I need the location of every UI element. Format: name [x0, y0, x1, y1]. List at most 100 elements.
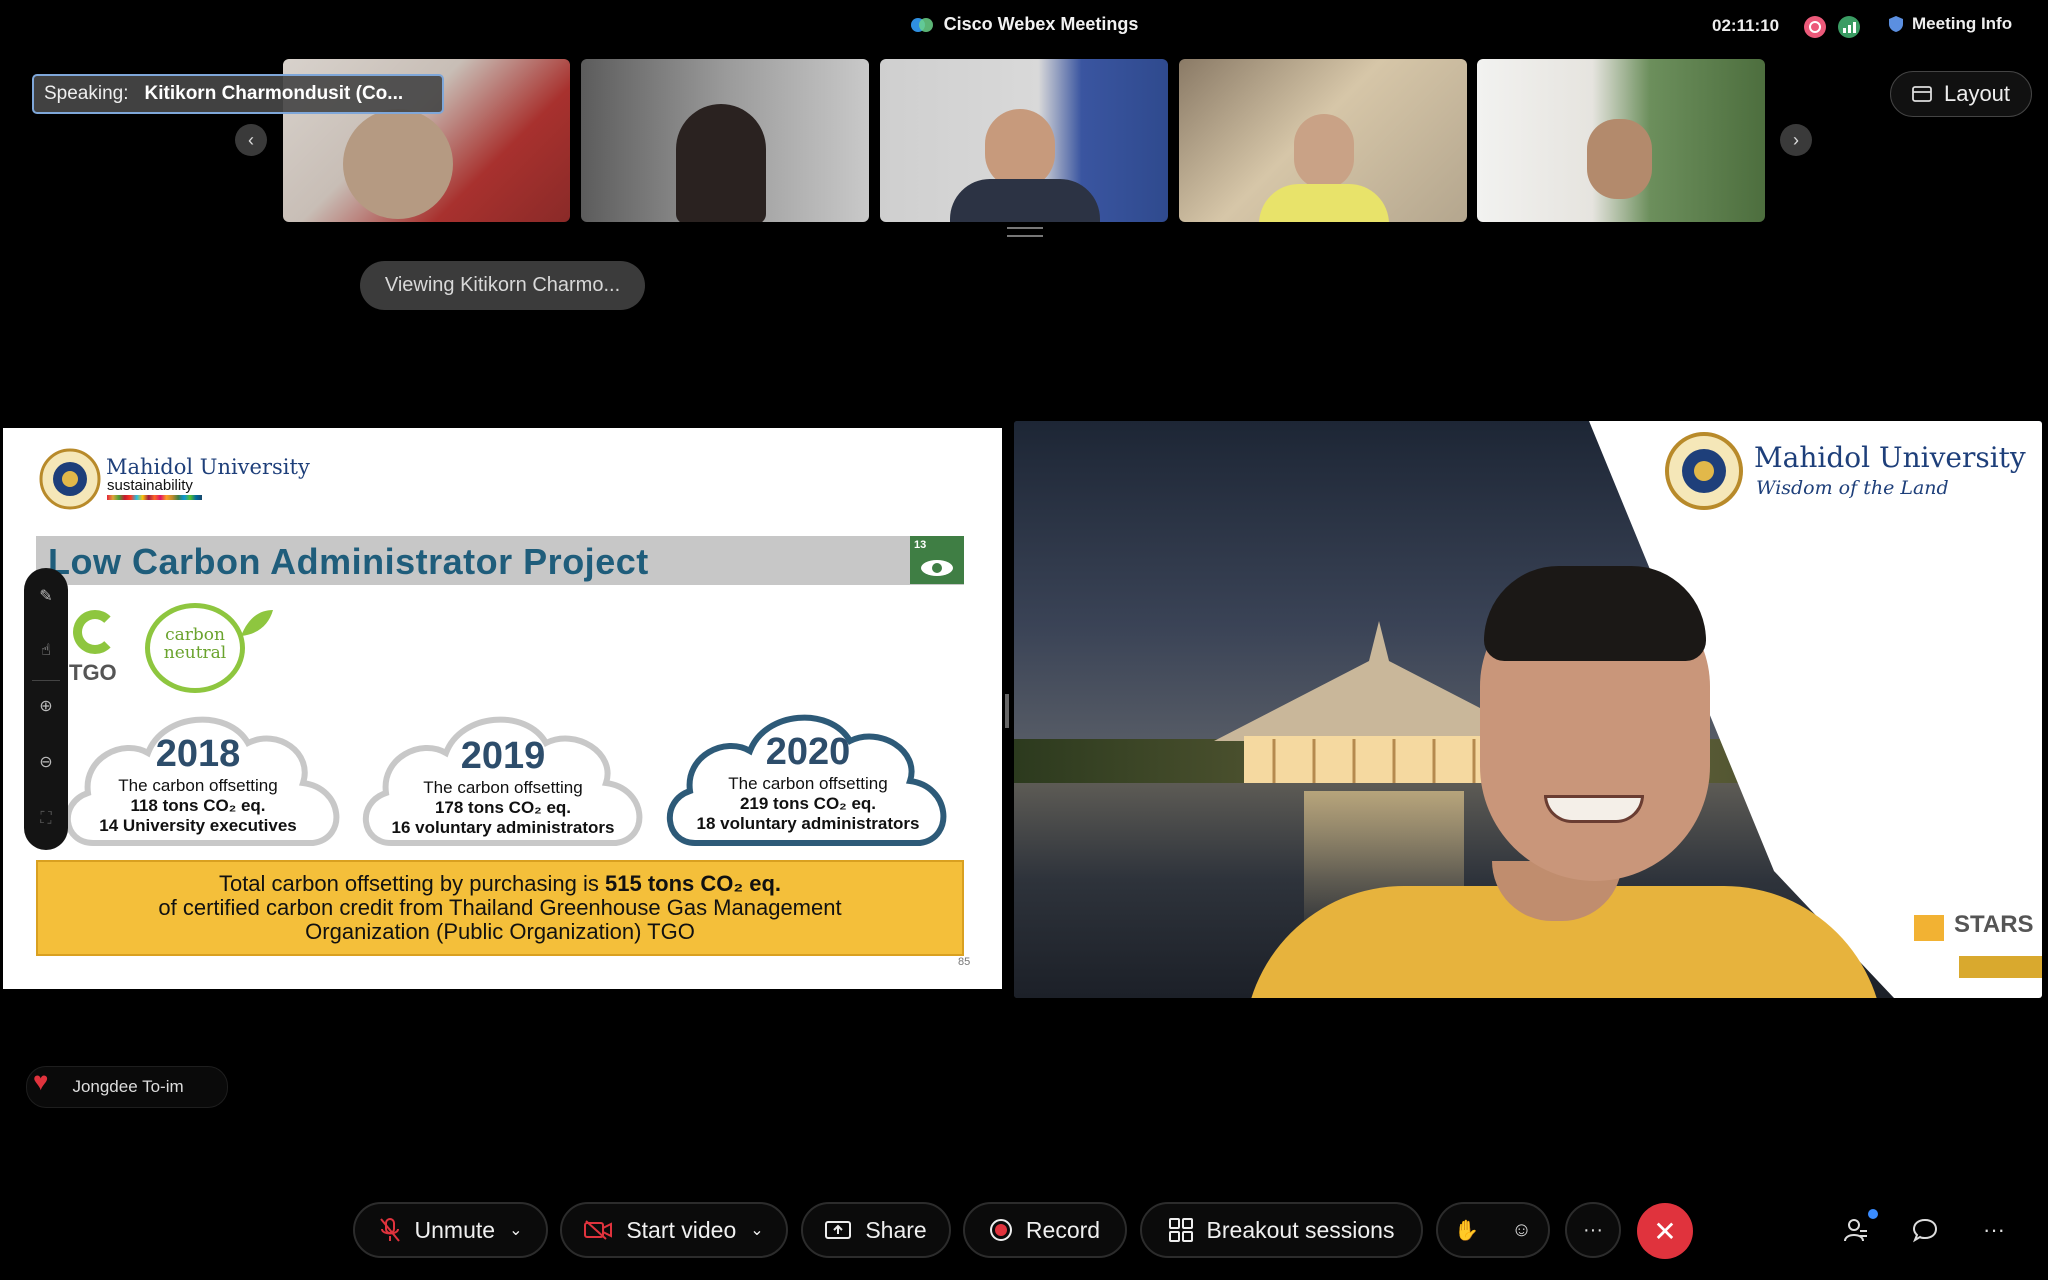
tgo-logo-text: TGO — [69, 660, 117, 685]
stars-rating-bar — [1959, 956, 2042, 978]
carbon-neutral-logo-line1: carbon — [165, 625, 225, 645]
participant-body — [1259, 184, 1389, 222]
tgo-logo: TGO — [69, 608, 127, 698]
participant-avatar — [1587, 119, 1652, 199]
shield-icon — [1889, 16, 1903, 32]
chevron-down-icon[interactable]: ⌄ — [509, 1220, 522, 1240]
reaction-notification: ♥ Jongdee To-im — [26, 1066, 228, 1108]
share-label: Share — [865, 1216, 927, 1243]
network-signal-icon[interactable] — [1838, 16, 1860, 38]
meeting-timer: 02:11:10 — [1712, 16, 1780, 35]
cloud-participants: 18 voluntary administrators — [696, 814, 920, 833]
slide-page-number: 85 — [958, 956, 971, 968]
breakout-sessions-label: Breakout sessions — [1206, 1216, 1395, 1243]
carbon-neutral-logo-line2: neutral — [163, 643, 227, 663]
speaker-hair — [1484, 566, 1706, 661]
university-seal-icon — [39, 448, 101, 510]
speaking-name: Kitikorn Charmondusit (Co... — [144, 83, 404, 104]
share-button[interactable]: Share — [801, 1202, 951, 1258]
participant-body — [950, 179, 1100, 222]
total-prefix: Total carbon offsetting by purchasing is — [218, 871, 605, 896]
reactions-group: ✋ ☺ — [1436, 1202, 1550, 1258]
participant-avatar — [343, 109, 453, 219]
carbon-neutral-logo: carbon neutral — [145, 603, 245, 693]
stars-logo: STARS — [1954, 911, 2034, 938]
pane-splitter-handle[interactable] — [1005, 694, 1009, 728]
sdg-13-climate-action-icon: 13 — [910, 536, 964, 584]
unmute-button[interactable]: Unmute ⌄ — [353, 1202, 548, 1258]
cloud-line: The carbon offsetting — [423, 778, 583, 797]
participant-thumbnail[interactable] — [581, 59, 869, 222]
annotate-pen-icon[interactable]: ✎ — [24, 586, 68, 606]
layout-icon — [1912, 86, 1932, 102]
video-off-icon — [584, 1220, 613, 1240]
cloud-amount: 118 tons CO₂ eq. — [130, 796, 266, 815]
more-options-button[interactable]: ··· — [1565, 1202, 1621, 1258]
participant-avatar — [985, 109, 1055, 189]
chevron-down-icon[interactable]: ⌄ — [750, 1220, 763, 1240]
cloud-year: 2019 — [460, 735, 546, 777]
speaker-smile — [1544, 795, 1644, 823]
start-video-label: Start video — [626, 1216, 737, 1243]
fit-screen-icon[interactable]: ⛶ — [24, 810, 68, 828]
chevron-right-icon: › — [1793, 129, 1799, 150]
meeting-info-button[interactable]: Meeting Info — [1888, 14, 2012, 34]
record-label: Record — [1025, 1216, 1101, 1243]
cloud-participants: 16 voluntary administrators — [391, 818, 615, 837]
microphone-muted-icon — [379, 1218, 400, 1242]
previous-participants-button[interactable]: ‹ — [235, 124, 267, 156]
cloud-line: The carbon offsetting — [728, 774, 888, 793]
zoom-in-icon[interactable]: ⊕ — [24, 696, 68, 716]
unmute-label: Unmute — [414, 1216, 496, 1243]
participant-thumbnail[interactable] — [1179, 59, 1467, 222]
slide-heading: Low Carbon Administrator Project — [48, 541, 649, 582]
sdg-badge-number: 13 — [914, 539, 927, 551]
speaking-label: Speaking: — [44, 83, 129, 104]
video-brand-motto: Wisdom of the Land — [1756, 477, 1949, 499]
viewing-indicator: Viewing Kitikorn Charmo... — [360, 261, 645, 310]
meeting-info-label: Meeting Info — [1912, 14, 2013, 33]
cloud-year: 2018 — [155, 733, 241, 775]
breakout-grid-icon — [1168, 1218, 1193, 1242]
end-meeting-button[interactable]: ✕ — [1637, 1203, 1693, 1259]
reaction-sender-name: Jongdee To-im — [72, 1077, 184, 1096]
zoom-out-icon[interactable]: ⊖ — [24, 752, 68, 772]
participant-thumbnail[interactable] — [880, 59, 1168, 222]
total-line2: of certified carbon credit from Thailand… — [158, 895, 842, 920]
share-screen-icon — [825, 1221, 852, 1239]
participants-icon[interactable] — [1840, 1214, 1872, 1246]
record-button[interactable]: Record — [963, 1202, 1127, 1258]
emoji-reaction-icon[interactable]: ☺ — [1511, 1219, 1531, 1242]
chat-icon[interactable] — [1909, 1214, 1941, 1246]
cloud-amount: 219 tons CO₂ eq. — [739, 794, 877, 813]
participant-avatar — [676, 104, 766, 222]
total-line3: Organization (Public Organization) TGO — [305, 919, 695, 944]
close-icon: ✕ — [1653, 1215, 1677, 1247]
record-icon — [989, 1219, 1012, 1241]
cloud-2018: 2018 The carbon offsetting 118 tons CO₂ … — [63, 733, 333, 836]
toolbar-divider — [32, 680, 60, 681]
total-offset-box: Total carbon offsetting by purchasing is… — [36, 860, 964, 956]
notification-badge — [1868, 1209, 1878, 1219]
recording-indicator-icon[interactable] — [1804, 16, 1826, 38]
next-participants-button[interactable]: › — [1780, 124, 1812, 156]
cloud-year: 2020 — [765, 731, 851, 773]
video-brand-title: Mahidol University — [1754, 441, 2026, 474]
app-title: Cisco Webex Meetings — [943, 14, 1139, 34]
total-amount: 515 tons CO₂ eq. — [605, 871, 782, 896]
slide-logo-title: Mahidol University — [106, 455, 310, 479]
active-speaker-video[interactable]: Mahidol University Wisdom of the Land ST… — [1014, 421, 2042, 998]
resize-handle[interactable] — [1007, 227, 1043, 237]
leaf-icon — [241, 610, 273, 636]
raise-hand-icon[interactable]: ✋ — [1454, 1218, 1479, 1243]
layout-label: Layout — [1943, 81, 2011, 106]
participant-thumbnail[interactable] — [1477, 59, 1765, 222]
start-video-button[interactable]: Start video ⌄ — [560, 1202, 788, 1258]
layout-button[interactable]: Layout — [1890, 71, 2032, 117]
remote-control-icon[interactable]: ☝ — [24, 640, 68, 660]
participant-avatar — [1294, 114, 1354, 189]
active-speaker-banner: Speaking: Kitikorn Charmondusit (Co... — [32, 74, 444, 114]
heart-icon: ♥ — [33, 1065, 49, 1096]
breakout-sessions-button[interactable]: Breakout sessions — [1140, 1202, 1423, 1258]
more-panels-icon[interactable]: ··· — [1978, 1214, 2010, 1246]
